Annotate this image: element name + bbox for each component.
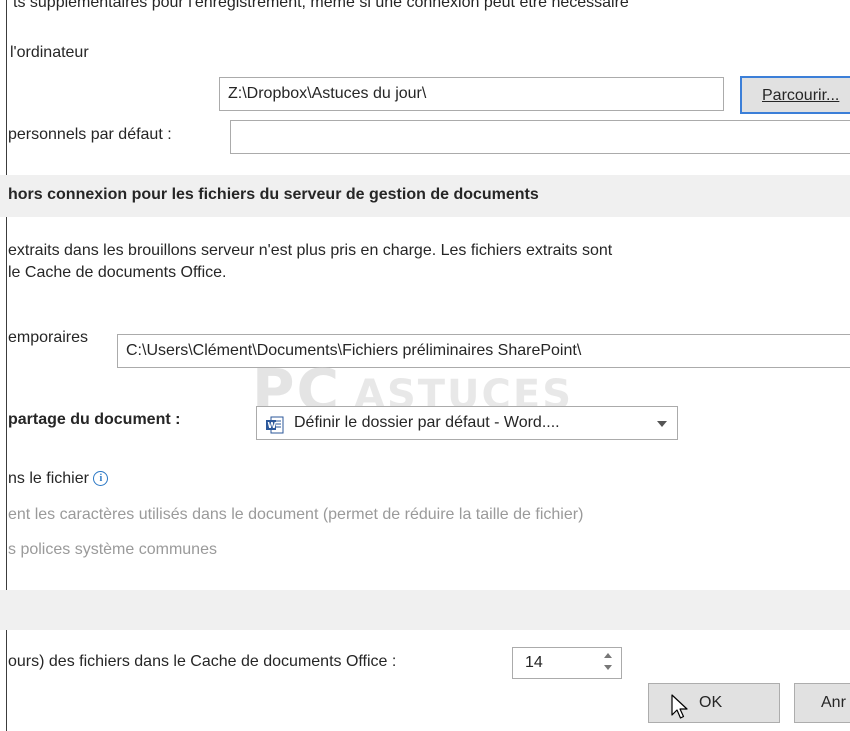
spin-up-icon[interactable]: [604, 653, 612, 658]
offline-section-header: hors connexion pour les fichiers du serv…: [0, 175, 850, 217]
browse-button-label: Parcourir...: [762, 87, 840, 104]
cache-section-header: [0, 590, 850, 630]
top-text-line: ts supplémentaires pour l'enregistrement…: [13, 0, 629, 11]
offline-description-line1: extraits dans les brouillons serveur n'e…: [8, 242, 613, 259]
temp-files-input[interactable]: C:\Users\Clément\Documents\Fichiers prél…: [117, 334, 850, 368]
temp-files-label: emporaires: [8, 329, 89, 346]
spin-down-icon[interactable]: [604, 665, 612, 670]
cache-days-label: ours) des fichiers dans le Cache de docu…: [8, 653, 397, 670]
offline-section-title: hors connexion pour les fichiers du serv…: [8, 186, 539, 203]
sharing-label: partage du document :: [8, 411, 181, 428]
mouse-cursor-icon: [671, 694, 689, 722]
offline-description-line2: le Cache de documents Office.: [8, 264, 227, 281]
personal-templates-label: personnels par défaut :: [8, 126, 172, 143]
sharing-folder-value: Définir le dossier par défaut - Word....: [294, 414, 560, 431]
cache-days-value: 14: [525, 654, 543, 671]
info-icon[interactable]: i: [93, 471, 109, 486]
chevron-down-icon: [657, 421, 667, 427]
embed-fonts-label-text: ns le fichier: [8, 470, 89, 487]
browse-button[interactable]: Parcourir...: [740, 76, 850, 114]
ok-button-label: OK: [699, 694, 723, 711]
cache-days-spinner[interactable]: 14: [512, 647, 622, 679]
embed-used-chars-option: ent les caractères utilisés dans le docu…: [8, 506, 584, 523]
embed-fonts-label: ns le fichier i: [8, 470, 109, 488]
ok-button[interactable]: OK: [648, 683, 780, 723]
default-location-input[interactable]: Z:\Dropbox\Astuces du jour\: [219, 77, 724, 111]
cancel-button[interactable]: Anr: [794, 683, 850, 723]
skip-system-fonts-option: s polices système communes: [8, 541, 217, 558]
personal-templates-input[interactable]: [230, 120, 850, 154]
computer-label: l'ordinateur: [10, 44, 89, 61]
cancel-button-label: Anr: [821, 694, 846, 711]
word-document-icon: W: [265, 414, 285, 434]
svg-text:W: W: [268, 421, 277, 430]
sharing-folder-dropdown[interactable]: W Définir le dossier par défaut - Word..…: [256, 406, 678, 440]
